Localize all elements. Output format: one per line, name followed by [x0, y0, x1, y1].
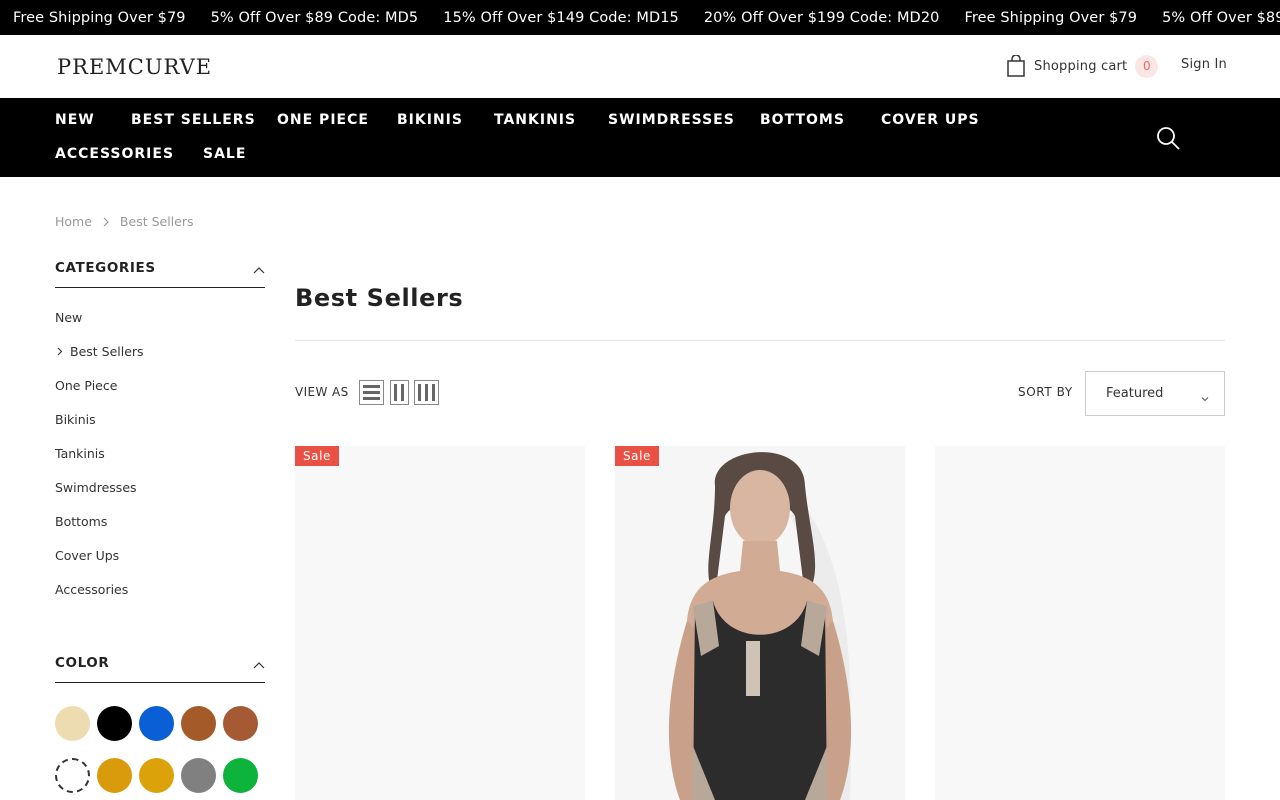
color-swatch[interactable]	[55, 706, 90, 741]
nav-item-cover-ups[interactable]: COVER UPS	[881, 112, 980, 128]
announcement-message: 5% Off Over $89 Code: MD5	[210, 9, 419, 26]
cart-label: Shopping cart	[1034, 58, 1128, 74]
product-card-image[interactable]	[295, 446, 585, 800]
nav-item-best-sellers[interactable]: BEST SELLERS	[131, 112, 256, 128]
nav-item-one-piece[interactable]: ONE PIECE	[277, 112, 369, 128]
main-navigation: NEW BEST SELLERS ONE PIECE BIKINIS TANKI…	[0, 98, 1280, 177]
chevron-right-icon	[55, 344, 64, 359]
category-item[interactable]: One Piece	[55, 378, 117, 393]
announcement-message: 20% Off Over $199 Code: MD20	[703, 9, 940, 26]
grid-2-view-icon[interactable]	[390, 380, 409, 405]
nav-item-tankinis[interactable]: TANKINIS	[494, 112, 576, 128]
shopping-bag-icon	[1006, 54, 1026, 77]
announcement-message: Free Shipping Over $79	[13, 9, 186, 26]
color-swatch[interactable]	[97, 706, 132, 741]
sign-in-link[interactable]: Sign In	[1181, 57, 1227, 72]
category-item[interactable]: Bikinis	[55, 412, 96, 427]
chevron-down-icon	[1200, 389, 1210, 402]
cart-count-badge: 0	[1135, 54, 1159, 78]
chevron-right-icon	[100, 216, 112, 228]
announcement-bar: Free Shipping Over $79 5% Off Over $89 C…	[0, 0, 1280, 35]
sort-value: Featured	[1106, 386, 1164, 401]
site-header: PREMCURVE Shopping cart 0 Sign In	[0, 35, 1280, 98]
nav-item-bikinis[interactable]: BIKINIS	[397, 112, 463, 128]
product-card-image[interactable]	[935, 446, 1225, 800]
title-divider	[295, 340, 1225, 341]
breadcrumb: Home Best Sellers	[55, 214, 194, 229]
sort-by-label: SORT BY	[1018, 385, 1073, 399]
announcement-message: 15% Off Over $149 Code: MD15	[443, 9, 679, 26]
product-card-image[interactable]	[615, 446, 905, 800]
category-item[interactable]: Tankinis	[55, 446, 105, 461]
announcement-track: Free Shipping Over $79 5% Off Over $89 C…	[13, 0, 1280, 35]
color-swatch[interactable]	[97, 758, 132, 793]
color-swatch[interactable]	[139, 758, 174, 793]
search-icon[interactable]	[1156, 126, 1180, 150]
site-logo[interactable]: PREMCURVE	[57, 55, 212, 79]
color-swatch-multi[interactable]	[55, 758, 90, 793]
page-title: Best Sellers	[295, 284, 464, 312]
color-swatch[interactable]	[139, 706, 174, 741]
breadcrumb-current: Best Sellers	[119, 214, 194, 229]
category-label: Best Sellers	[70, 344, 144, 359]
categories-title: CATEGORIES	[55, 260, 156, 276]
chevron-up-icon	[253, 262, 265, 274]
color-swatch[interactable]	[181, 706, 216, 741]
color-title: COLOR	[55, 655, 110, 671]
category-item[interactable]: Accessories	[55, 582, 128, 597]
announcement-message: 5% Off Over $89 Code:	[1162, 9, 1280, 26]
shopping-cart-link[interactable]: Shopping cart 0	[1006, 53, 1159, 79]
category-item-active[interactable]: Best Sellers	[55, 344, 144, 359]
color-swatch[interactable]	[223, 706, 258, 741]
category-item[interactable]: Swimdresses	[55, 480, 137, 495]
sale-badge: Sale	[295, 446, 339, 466]
breadcrumb-home[interactable]: Home	[55, 214, 92, 229]
nav-item-sale[interactable]: SALE	[203, 146, 246, 162]
announcement-message: Free Shipping Over $79	[964, 9, 1138, 26]
color-swatch[interactable]	[223, 758, 258, 793]
category-item[interactable]: Bottoms	[55, 514, 107, 529]
nav-item-new[interactable]: NEW	[55, 112, 95, 128]
chevron-up-icon	[253, 657, 265, 669]
sort-select[interactable]: Featured	[1085, 371, 1225, 416]
color-header[interactable]: COLOR	[55, 647, 265, 683]
list-view-icon[interactable]	[359, 380, 384, 405]
grid-3-view-icon[interactable]	[414, 380, 439, 405]
categories-header[interactable]: CATEGORIES	[55, 252, 265, 288]
nav-item-bottoms[interactable]: BOTTOMS	[760, 112, 845, 128]
product-photo-swimsuit	[615, 446, 905, 800]
sale-badge: Sale	[615, 446, 659, 466]
category-item[interactable]: Cover Ups	[55, 548, 119, 563]
category-item[interactable]: New	[55, 310, 82, 325]
nav-item-accessories[interactable]: ACCESSORIES	[55, 146, 174, 162]
color-swatch[interactable]	[181, 758, 216, 793]
nav-item-swimdresses[interactable]: SWIMDRESSES	[608, 112, 735, 128]
view-as-label: VIEW AS	[295, 385, 349, 399]
